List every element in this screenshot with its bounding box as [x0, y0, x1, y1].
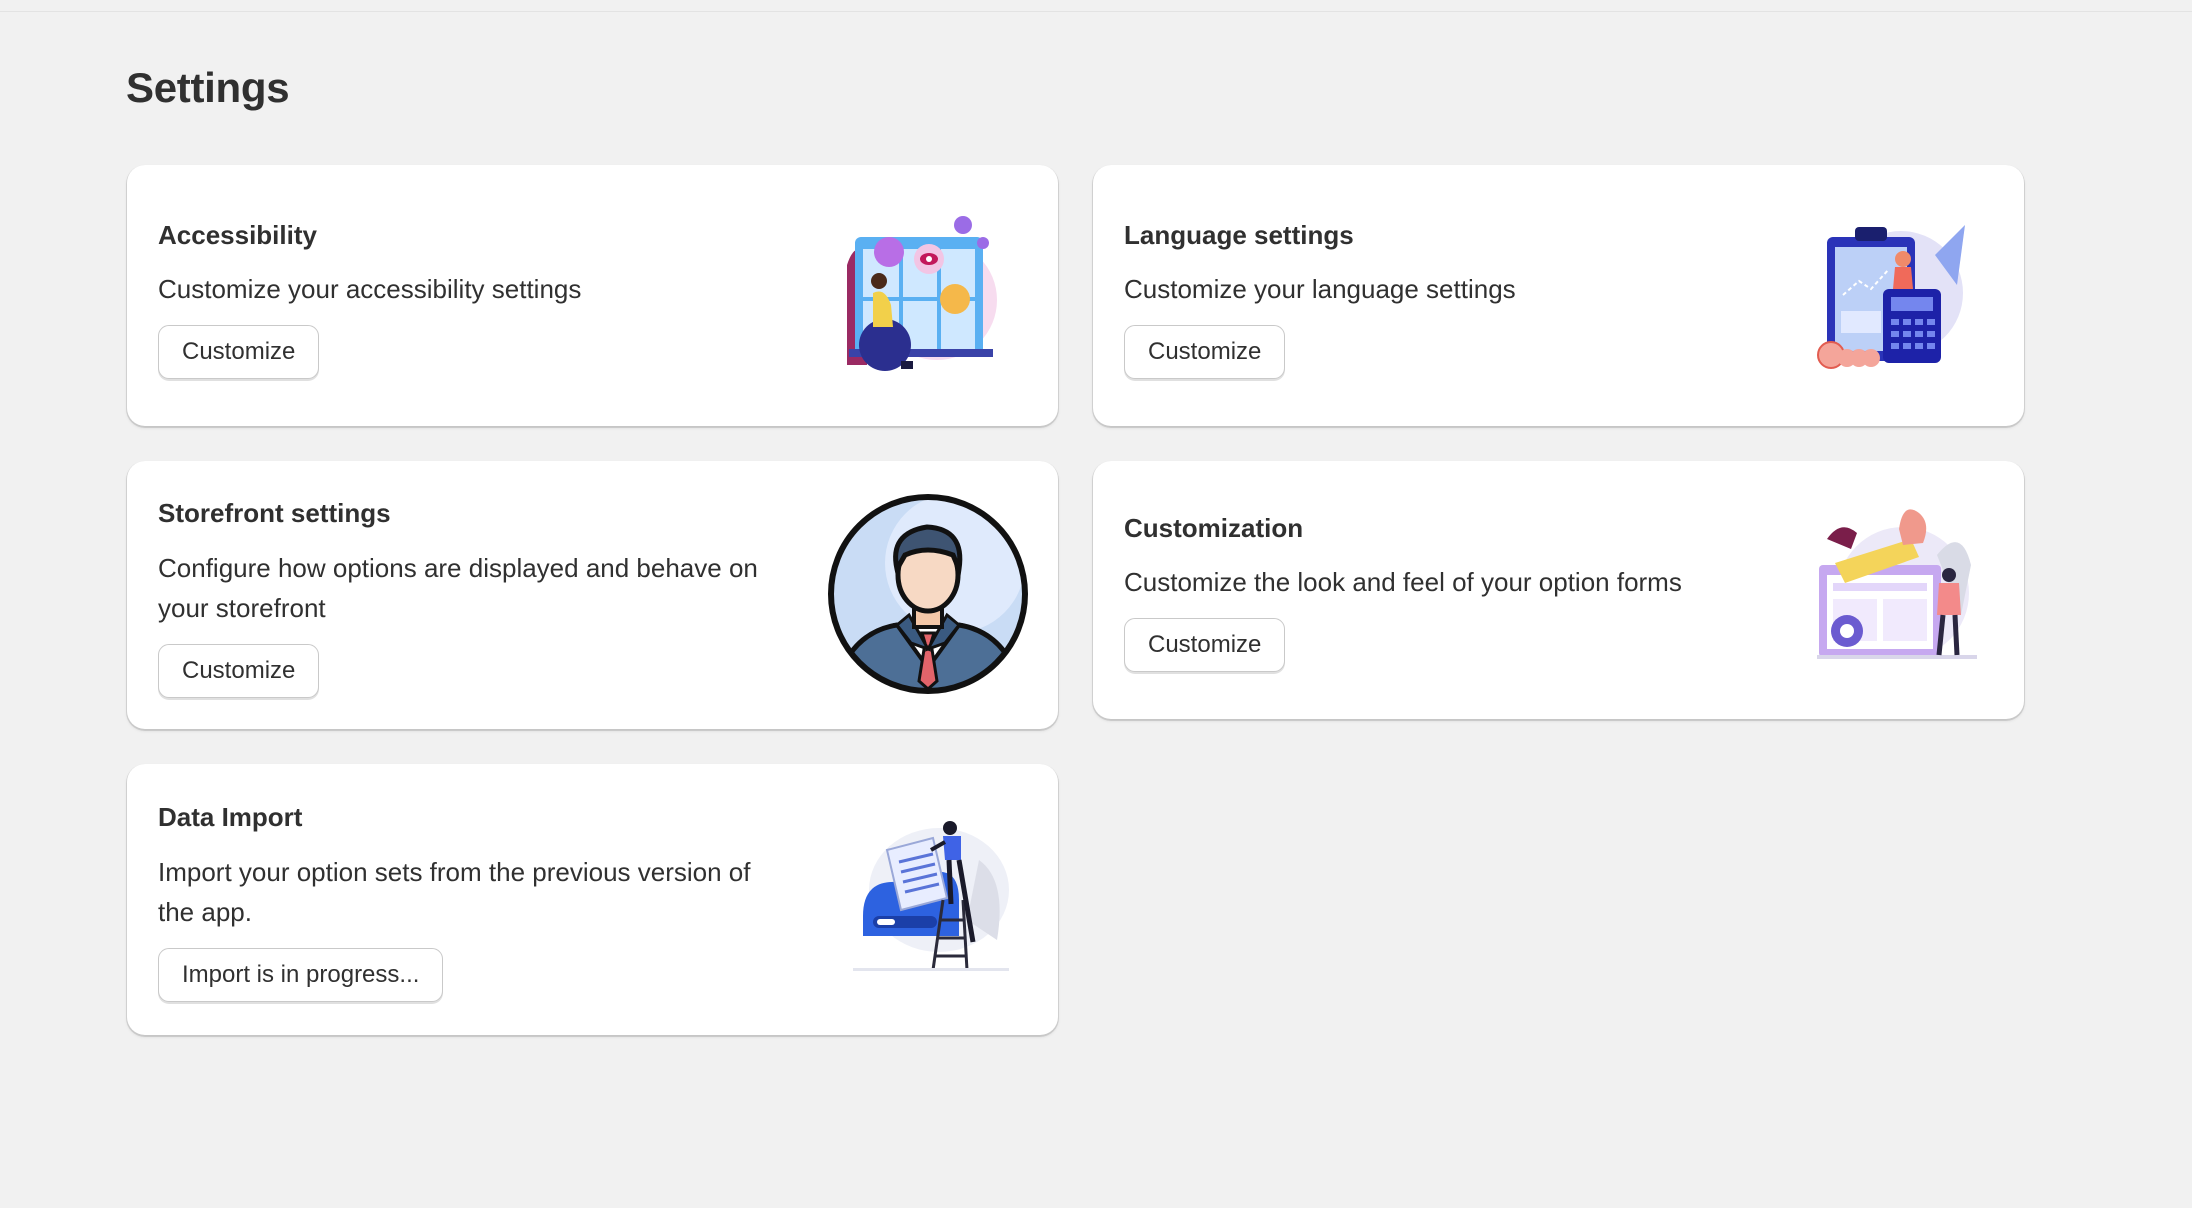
card-title: Storefront settings: [158, 498, 391, 528]
language-illustration: [1817, 225, 1965, 369]
customization-illustration: [1817, 509, 1977, 659]
accessibility-illustration: [847, 216, 997, 371]
card-customization: Customization Customize the look and fee…: [1093, 461, 2024, 719]
data-import-illustration: [853, 821, 1009, 971]
storefront-customize-button[interactable]: Customize: [158, 644, 320, 698]
card-title: Language settings: [1124, 220, 1354, 250]
storefront-avatar-illustration: [828, 494, 1028, 694]
card-description: Customize your language settings: [1124, 274, 1516, 304]
card-accessibility: Accessibility Customize your accessibili…: [127, 165, 1058, 426]
card-description: Customize the look and feel of your opti…: [1124, 567, 1682, 597]
card-title: Customization: [1124, 513, 1304, 543]
customization-customize-button[interactable]: Customize: [1124, 618, 1286, 672]
card-title: Accessibility: [158, 220, 317, 250]
accessibility-customize-button[interactable]: Customize: [158, 325, 320, 379]
card-description: Customize your accessibility settings: [158, 274, 582, 304]
card-description: Configure how options are displayed and …: [158, 553, 758, 623]
card-title: Data Import: [158, 802, 303, 832]
card-description: Import your option sets from the previou…: [158, 857, 751, 927]
page-title: Settings: [126, 64, 290, 111]
card-language-settings: Language settings Customize your languag…: [1093, 165, 2024, 426]
import-progress-button[interactable]: Import is in progress...: [158, 948, 444, 1002]
card-storefront-settings: Storefront settings Configure how option…: [127, 461, 1058, 729]
card-data-import: Data Import Import your option sets from…: [127, 764, 1058, 1035]
top-divider: [0, 11, 2192, 12]
language-customize-button[interactable]: Customize: [1124, 325, 1286, 379]
